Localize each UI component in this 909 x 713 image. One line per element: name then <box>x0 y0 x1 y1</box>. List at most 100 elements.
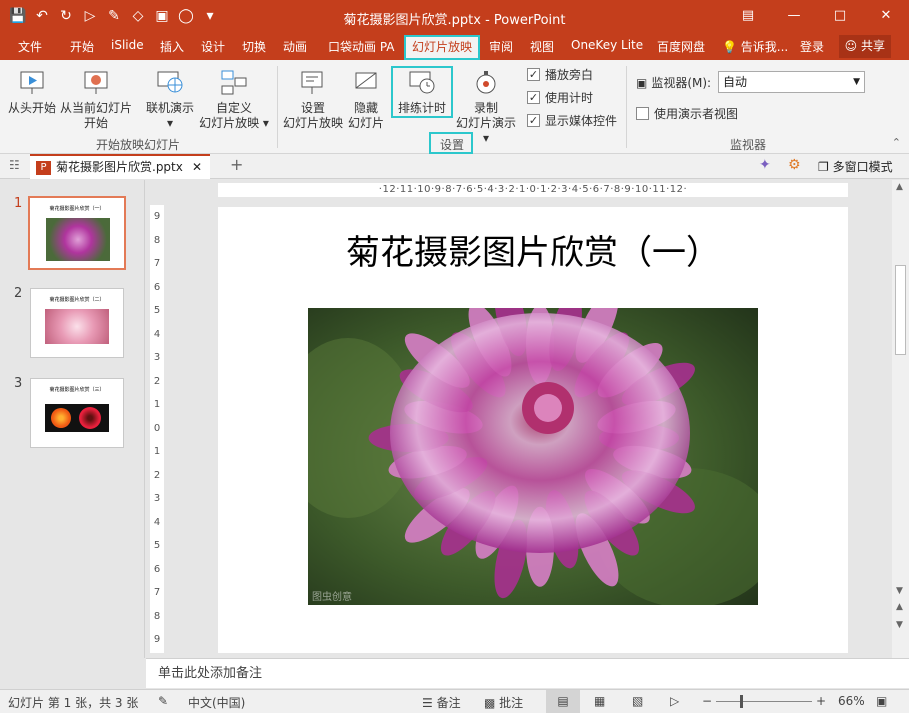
reading-view-icon[interactable]: ▧ <box>632 694 643 708</box>
zoom-slider[interactable] <box>716 701 812 702</box>
monitor-select[interactable]: 自动 ▼ <box>718 71 865 93</box>
from-beginning-button[interactable]: 从头开始 <box>4 68 60 116</box>
zoom-out-icon[interactable]: − <box>702 694 712 708</box>
windows-icon: ❐ <box>818 160 829 174</box>
share-button[interactable]: ☺ 共享 <box>838 35 891 58</box>
scroll-down-icon[interactable]: ▼ <box>896 586 903 596</box>
maximize-icon[interactable]: □ <box>817 0 863 32</box>
pink-flower-thumbnail <box>45 309 109 344</box>
ruler-tick-label: 6 <box>153 281 161 293</box>
from-current-slide-button[interactable]: 从当前幻灯片 开始 <box>58 68 134 131</box>
thumbnail-number: 2 <box>14 286 23 301</box>
new-tab-icon[interactable]: + <box>230 155 243 174</box>
thumbnail-number: 3 <box>14 376 23 391</box>
play-narrations-checkbox[interactable]: ✓ 播放旁白 <box>527 66 593 83</box>
setup-group-highlight-box <box>429 132 473 154</box>
normal-view-icon[interactable]: ▤ <box>546 690 580 713</box>
slide-thumbnail-1[interactable]: 菊花摄影图片欣赏（一） <box>28 196 126 270</box>
fit-to-window-icon[interactable]: ▣ <box>876 694 887 708</box>
format-painter-icon[interactable]: ✎ <box>102 5 126 27</box>
slide-canvas[interactable]: 菊花摄影图片欣赏（一） 图虫创意 <box>218 207 848 653</box>
rehearse-highlight-box <box>391 66 453 118</box>
chevron-down-icon: ▼ <box>853 77 860 87</box>
collapse-ribbon-icon[interactable]: ⌃ <box>892 136 901 149</box>
slide-thumbnail-2[interactable]: 菊花摄影图片欣赏（二） <box>30 288 124 358</box>
undo-icon[interactable]: ↶ <box>30 5 54 27</box>
scroll-thumb[interactable] <box>895 265 906 355</box>
ruler-tick-label: 6 <box>153 563 161 575</box>
minimize-icon[interactable]: — <box>771 0 817 32</box>
comments-toggle-button[interactable]: ▩ 批注 <box>484 694 523 711</box>
redo-icon[interactable]: ↻ <box>54 5 78 27</box>
chrysanthemum-photo[interactable]: 图虫创意 <box>308 308 758 605</box>
zoom-slider-thumb[interactable] <box>740 695 743 708</box>
group-start-slideshow-label: 开始放映幻灯片 <box>95 138 180 152</box>
vertical-scrollbar[interactable]: ▲ ▼ ▲ ▼ <box>892 180 909 658</box>
close-icon[interactable]: ✕ <box>863 0 909 32</box>
signin-link[interactable]: 登录 <box>800 38 824 55</box>
zoom-level[interactable]: 66% <box>838 694 865 708</box>
monitor-label: ▣ 监视器(M): <box>636 75 712 91</box>
custom-slide-show-button[interactable]: 自定义 幻灯片放映 ▾ <box>198 68 270 131</box>
spell-check-icon[interactable]: ✎ <box>158 694 168 708</box>
slide-thumbnail-3[interactable]: 菊花摄影图片欣赏（三） <box>30 378 124 448</box>
ribbon-display-icon[interactable]: ▤ <box>725 0 771 32</box>
tab-home[interactable]: 开始 <box>70 38 94 55</box>
hide-slide-button[interactable]: 隐藏 幻灯片 <box>344 68 388 131</box>
notes-pane[interactable]: 单击此处添加备注 <box>146 658 909 688</box>
lightbulb-icon: 💡 <box>722 40 737 54</box>
tab-view[interactable]: 视图 <box>530 38 554 55</box>
ruler-tick-label: 3 <box>153 352 161 363</box>
language-status[interactable]: 中文(中国) <box>188 694 245 711</box>
tab-pocket-animation[interactable]: 口袋动画 PA <box>328 38 395 55</box>
scroll-up-icon[interactable]: ▲ <box>896 182 903 192</box>
previous-slide-icon[interactable]: ▲ <box>896 602 903 612</box>
status-bar: 幻灯片 第 1 张，共 3 张 ✎ 中文(中国) ☰ 备注 ▩ 批注 ▤ ▦ ▧… <box>0 689 909 713</box>
vertical-ruler: 9 8 7 6 5 4 3 2 1 0 1 2 3 4 5 6 7 8 9 <box>150 205 164 653</box>
tab-animations[interactable]: 动画 <box>283 38 307 55</box>
online-present-button[interactable]: 联机演示 ▾ <box>142 68 198 131</box>
tab-baidu-netdisk[interactable]: 百度网盘 <box>657 38 705 55</box>
multi-window-button[interactable]: ❐ 多窗口模式 <box>818 158 893 175</box>
slide-show-view-icon[interactable]: ▷ <box>670 694 679 708</box>
window-controls: ▤ — □ ✕ <box>725 0 909 32</box>
chrysanthemum-image: 图虫创意 <box>308 308 758 605</box>
close-tab-icon[interactable]: ✕ <box>192 156 202 178</box>
use-timings-checkbox[interactable]: ✓ 使用计时 <box>527 89 593 106</box>
next-slide-icon[interactable]: ▼ <box>896 620 903 630</box>
person-icon: ☺ <box>844 39 858 53</box>
shapes-icon[interactable]: ◇ <box>126 5 150 27</box>
ruler-tick-label: 8 <box>153 234 161 246</box>
tab-insert[interactable]: 插入 <box>160 38 184 55</box>
sync-icon[interactable]: ◯ <box>174 5 198 27</box>
settings-gear-icon[interactable]: ⚙ <box>788 157 801 173</box>
picture-icon[interactable]: ▣ <box>150 5 174 27</box>
document-list-icon[interactable]: ☷ <box>9 158 20 172</box>
tab-design[interactable]: 设计 <box>201 38 225 55</box>
slide-sorter-icon[interactable]: ▦ <box>594 694 605 708</box>
more-icon[interactable]: ▾ <box>198 5 222 27</box>
presenter-view-checkbox[interactable]: 使用演示者视图 <box>636 105 738 122</box>
ruler-tick-label: 1 <box>153 446 161 457</box>
notes-toggle-button[interactable]: ☰ 备注 <box>422 694 461 711</box>
ruler-tick-label: 5 <box>153 540 161 551</box>
tell-me-search[interactable]: 💡 告诉我... <box>722 38 788 55</box>
tab-onekey-lite[interactable]: OneKey Lite <box>571 38 643 52</box>
tab-review[interactable]: 审阅 <box>489 38 513 55</box>
start-from-beginning-icon[interactable]: ▷ <box>78 5 102 27</box>
red-flowers-thumbnail <box>45 404 109 432</box>
tab-slide-show[interactable]: 幻灯片放映 <box>404 35 481 60</box>
tab-transitions[interactable]: 切换 <box>242 38 266 55</box>
notes-icon: ☰ <box>422 696 433 710</box>
zoom-in-icon[interactable]: + <box>816 694 826 708</box>
slide-title[interactable]: 菊花摄影图片欣赏（一） <box>218 225 848 274</box>
tab-islide[interactable]: iSlide <box>111 38 144 52</box>
photo-watermark: 图虫创意 <box>312 590 352 603</box>
save-icon[interactable]: 💾 <box>6 5 30 27</box>
ruler-tick-label: 7 <box>153 587 161 598</box>
setup-slide-show-button[interactable]: 设置 幻灯片放映 <box>282 68 344 131</box>
sparkle-icon[interactable]: ✦ <box>759 157 771 173</box>
document-tab[interactable]: P 菊花摄影图片欣赏.pptx ✕ <box>30 154 210 179</box>
tab-file[interactable]: 文件 <box>18 38 42 55</box>
show-media-controls-checkbox[interactable]: ✓ 显示媒体控件 <box>527 112 617 129</box>
